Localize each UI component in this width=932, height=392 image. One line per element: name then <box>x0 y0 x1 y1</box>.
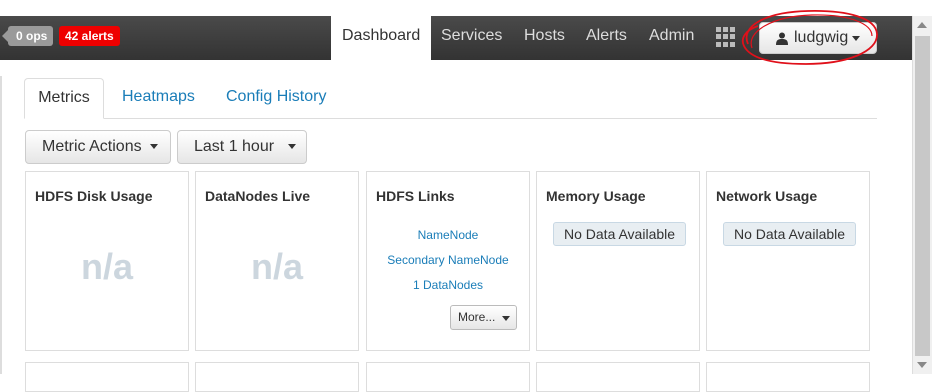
widget-value: n/a <box>80 246 133 287</box>
widget-hdfs-links: HDFS Links NameNode Secondary NameNode 1… <box>366 171 530 351</box>
left-panel-edge <box>0 76 2 374</box>
annotation-circle <box>741 10 878 65</box>
link-namenode[interactable]: NameNode <box>367 228 529 242</box>
time-range-label: Last 1 hour <box>194 138 275 155</box>
tab-metrics[interactable]: Metrics <box>24 78 104 119</box>
scroll-up-arrow-icon[interactable] <box>917 22 927 28</box>
metric-actions-button[interactable]: Metric Actions <box>25 130 171 164</box>
alerts-badge[interactable]: 42 alerts <box>59 26 120 46</box>
tab-heatmaps[interactable]: Heatmaps <box>122 78 195 119</box>
chevron-down-icon <box>287 144 296 150</box>
time-range-button[interactable]: Last 1 hour <box>177 130 307 164</box>
widget-row2[interactable] <box>195 362 359 392</box>
chevron-down-icon <box>502 316 510 321</box>
metric-actions-label: Metric Actions <box>42 138 142 155</box>
widget-title: Memory Usage <box>546 188 646 204</box>
no-data-badge: No Data Available <box>553 222 687 246</box>
nav-dashboard[interactable]: Dashboard <box>331 16 432 60</box>
link-secondary-namenode[interactable]: Secondary NameNode <box>367 253 529 267</box>
nav-hosts[interactable]: Hosts <box>524 16 565 60</box>
nav-admin[interactable]: Admin <box>649 16 694 60</box>
ops-badge[interactable]: 0 ops <box>1 26 54 46</box>
no-data-badge: No Data Available <box>723 222 857 246</box>
widget-network-usage[interactable]: Network Usage No Data Available <box>706 171 870 351</box>
widget-row2[interactable] <box>366 362 530 392</box>
widget-title: HDFS Links <box>376 188 455 204</box>
chevron-down-icon <box>150 144 159 150</box>
dashboard-tabs: Metrics Heatmaps Config History <box>24 78 877 119</box>
vertical-scrollbar[interactable] <box>912 16 932 374</box>
scrollbar-thumb[interactable] <box>915 36 930 356</box>
nav-services[interactable]: Services <box>441 16 502 60</box>
nav-alerts[interactable]: Alerts <box>586 16 627 60</box>
widget-title: HDFS Disk Usage <box>35 188 153 204</box>
link-datanodes[interactable]: 1 DataNodes <box>367 278 529 292</box>
widget-datanodes-live[interactable]: DataNodes Live n/a <box>195 171 359 351</box>
app-grid-icon[interactable] <box>716 27 736 47</box>
widget-row2[interactable] <box>536 362 700 392</box>
more-button[interactable]: More... <box>450 305 517 330</box>
tab-config-history[interactable]: Config History <box>226 78 326 119</box>
widget-title: Network Usage <box>716 188 818 204</box>
widget-hdfs-disk-usage[interactable]: HDFS Disk Usage n/a <box>25 171 189 351</box>
widget-memory-usage[interactable]: Memory Usage No Data Available <box>536 171 700 351</box>
widget-row2[interactable] <box>25 362 189 392</box>
more-label: More... <box>458 310 496 324</box>
scroll-down-arrow-icon[interactable] <box>917 362 927 368</box>
widget-row2[interactable] <box>706 362 870 392</box>
widget-value: n/a <box>250 246 303 287</box>
widget-title: DataNodes Live <box>205 188 311 204</box>
